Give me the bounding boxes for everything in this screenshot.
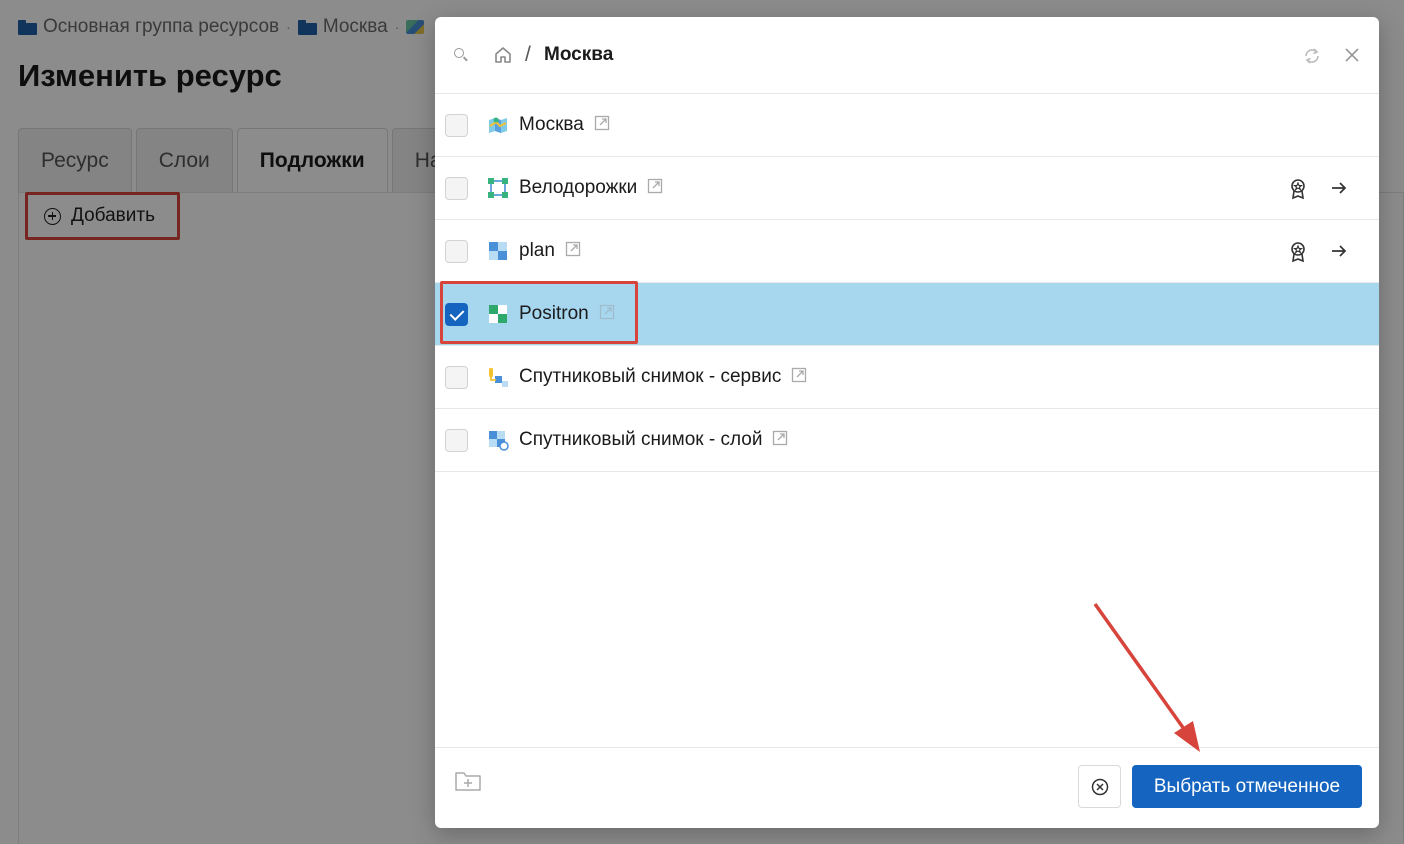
row-checkbox[interactable] [445, 114, 468, 137]
refresh-icon[interactable] [1302, 46, 1322, 66]
row-checkbox[interactable] [445, 429, 468, 452]
external-link-icon[interactable] [594, 115, 610, 131]
item-label[interactable]: Велодорожки [519, 177, 663, 199]
vector-layer-icon [488, 178, 508, 198]
current-folder-title: Москва [544, 44, 614, 65]
modal-header: / Москва [435, 17, 1379, 94]
annotation-highlight-positron [440, 281, 638, 344]
row-checkbox[interactable] [445, 177, 468, 200]
new-folder-icon[interactable] [454, 770, 482, 792]
webmap-icon [489, 117, 507, 133]
item-label[interactable]: plan [519, 240, 581, 262]
close-icon[interactable] [1343, 46, 1361, 64]
award-icon[interactable] [1288, 241, 1308, 263]
item-label[interactable]: Москва [519, 114, 610, 136]
raster-layer-icon [489, 242, 507, 260]
award-icon[interactable] [1288, 178, 1308, 200]
list-item[interactable]: Спутниковый снимок - сервис [435, 346, 1379, 409]
item-label[interactable]: Спутниковый снимок - сервис [519, 366, 807, 388]
modal-footer: Выбрать отмеченное [435, 747, 1379, 828]
list-item[interactable]: Москва [435, 94, 1379, 157]
external-link-icon[interactable] [647, 178, 663, 194]
row-checkbox[interactable] [445, 240, 468, 263]
external-link-icon[interactable] [791, 367, 807, 383]
external-link-icon[interactable] [565, 241, 581, 257]
close-circle-icon [1091, 778, 1109, 796]
arrow-right-icon[interactable] [1330, 179, 1348, 197]
tms-layer-icon [489, 431, 509, 451]
arrow-right-icon[interactable] [1330, 242, 1348, 260]
list-item[interactable]: plan [435, 220, 1379, 283]
row-checkbox[interactable] [445, 366, 468, 389]
clear-selection-button[interactable] [1078, 765, 1121, 808]
external-link-icon[interactable] [772, 430, 788, 446]
search-icon[interactable] [454, 48, 468, 62]
list-item[interactable]: Велодорожки [435, 157, 1379, 220]
list-item[interactable]: Спутниковый снимок - слой [435, 409, 1379, 472]
select-checked-button[interactable]: Выбрать отмеченное [1132, 765, 1362, 808]
tms-connection-icon [489, 368, 508, 387]
item-label[interactable]: Спутниковый снимок - слой [519, 429, 788, 451]
path-separator: / [525, 43, 531, 66]
resource-picker-modal: / Москва Москва Велодорожки plan Positro… [435, 17, 1379, 828]
home-icon[interactable] [493, 45, 513, 65]
